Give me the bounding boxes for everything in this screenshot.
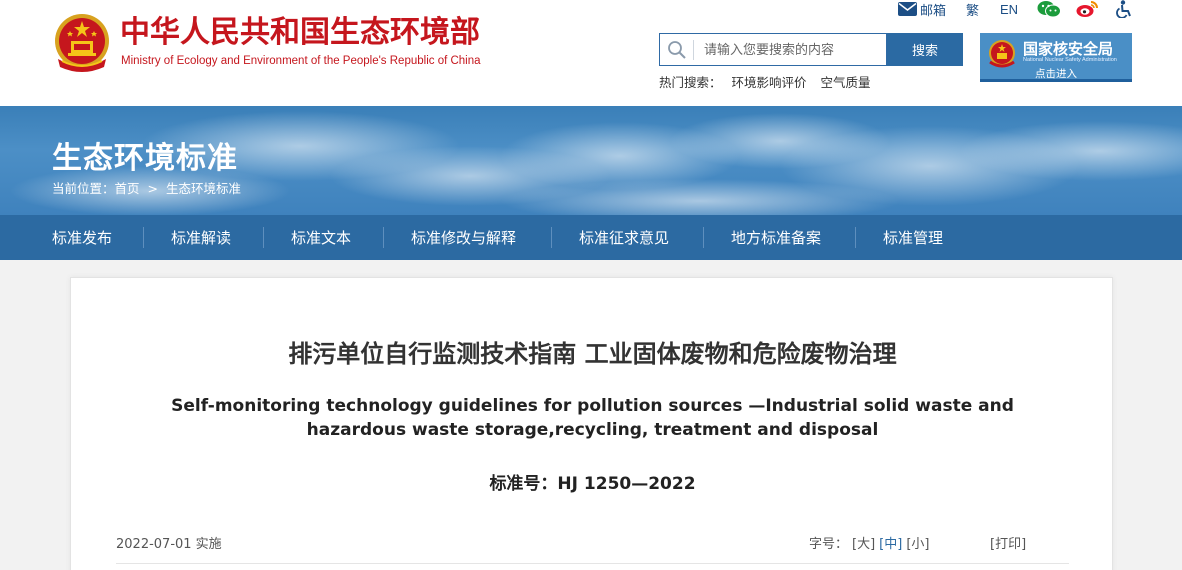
nnsa-name: 国家核安全局: [1023, 40, 1114, 58]
hot-search-item[interactable]: 环境影响评价: [732, 75, 807, 90]
nav-item-standard-text[interactable]: 标准文本: [291, 215, 351, 260]
breadcrumb-separator: >: [147, 181, 158, 196]
mail-link[interactable]: 邮箱: [898, 0, 947, 19]
accessibility-icon[interactable]: [1114, 0, 1134, 18]
print-button[interactable]: [打印]: [990, 533, 1026, 552]
nav-item-standard-consultation[interactable]: 标准征求意见: [579, 215, 669, 260]
article-divider: [116, 563, 1069, 564]
search-input[interactable]: [704, 39, 880, 61]
english-link[interactable]: EN: [1000, 0, 1018, 18]
breadcrumb-prefix: 当前位置：: [52, 181, 115, 196]
site-name-en[interactable]: Ministry of Ecology and Environment of t…: [121, 55, 481, 67]
breadcrumb: 当前位置：首页 > 生态环境标准: [52, 178, 245, 197]
search-icon: [668, 41, 686, 59]
national-emblem-icon[interactable]: [52, 11, 112, 75]
nav-item-local-standard-filing[interactable]: 地方标准备案: [731, 215, 821, 260]
search-button[interactable]: 搜索: [887, 33, 963, 66]
article-title-en: Self-monitoring technology guidelines fo…: [171, 396, 1014, 440]
nnsa-enter-label: 点击进入: [1035, 68, 1077, 80]
nav-divider: [383, 227, 384, 248]
site-header: 中华人民共和国生态环境部 Ministry of Ecology and Env…: [0, 0, 1182, 106]
nav-divider: [143, 227, 144, 248]
page-title: 生态环境标准: [52, 141, 238, 176]
weibo-icon[interactable]: [1076, 0, 1098, 18]
nav-divider: [855, 227, 856, 248]
search-box: [659, 33, 887, 66]
nav-divider: [703, 227, 704, 248]
breadcrumb-current[interactable]: 生态环境标准: [166, 181, 241, 196]
main-nav: 标准发布 标准解读 标准文本 标准修改与解释 标准征求意见 地方标准备案 标准管…: [0, 215, 1182, 260]
site-name-cn[interactable]: 中华人民共和国生态环境部: [120, 14, 480, 52]
mail-label: 邮箱: [920, 3, 947, 19]
font-size-label: 字号：: [809, 537, 849, 552]
traditional-chinese-link[interactable]: 繁: [966, 0, 979, 19]
nav-divider: [263, 227, 264, 248]
hot-search: 热门搜索： 环境影响评价 空气质量: [659, 72, 881, 91]
nav-item-standard-amendments[interactable]: 标准修改与解释: [411, 215, 516, 260]
nav-item-standard-management[interactable]: 标准管理: [883, 215, 943, 260]
article-card: 排污单位自行监测技术指南 工业固体废物和危险废物治理 Self-monitori…: [70, 277, 1113, 570]
hot-search-label: 热门搜索：: [659, 75, 722, 90]
nnsa-name-en: National Nuclear Safety Administration: [1023, 57, 1117, 63]
nav-item-standard-interpretation[interactable]: 标准解读: [171, 215, 231, 260]
wechat-icon[interactable]: [1037, 0, 1061, 18]
effective-date: 2022-07-01 实施: [116, 537, 222, 552]
hot-search-item[interactable]: 空气质量: [821, 75, 871, 90]
font-size-medium-button[interactable]: [中]: [879, 537, 902, 552]
nnsa-link-banner[interactable]: 国家核安全局 National Nuclear Safety Administr…: [980, 33, 1132, 82]
section-banner: 生态环境标准 当前位置：首页 > 生态环境标准: [0, 106, 1182, 215]
standard-number: 标准号：HJ 1250—2022: [489, 474, 696, 494]
nav-divider: [551, 227, 552, 248]
mail-icon: [898, 2, 917, 16]
font-size-large-button[interactable]: [大]: [852, 537, 875, 552]
nav-item-standard-release[interactable]: 标准发布: [52, 215, 112, 260]
font-size-small-button[interactable]: [小]: [906, 537, 929, 552]
breadcrumb-home[interactable]: 首页: [115, 181, 140, 196]
article-title-cn: 排污单位自行监测技术指南 工业固体废物和危险废物治理: [288, 340, 897, 368]
search-divider: [693, 40, 694, 60]
font-size-switcher: 字号： [大] [中] [小]: [809, 533, 929, 552]
